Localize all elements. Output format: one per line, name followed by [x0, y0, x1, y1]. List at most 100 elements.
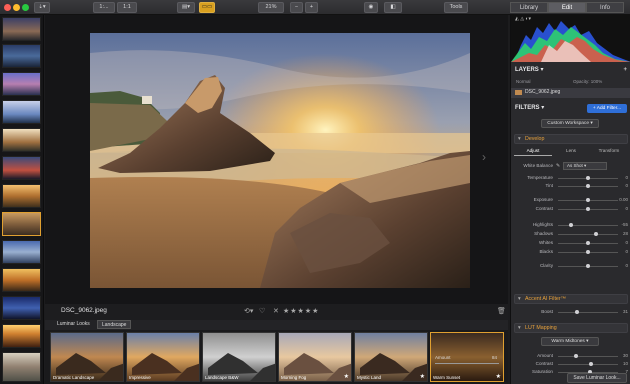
filmstrip-thumb[interactable]	[2, 17, 41, 41]
slider-knob[interactable]	[586, 176, 590, 180]
favorite-star-icon[interactable]: ★	[496, 373, 501, 380]
tools-dropdown[interactable]: Tools	[444, 2, 468, 13]
zoom-fit-button[interactable]: 1:...	[93, 2, 115, 13]
filmstrip-thumb[interactable]	[2, 156, 41, 180]
slider-value: 31	[622, 309, 628, 314]
preview-button[interactable]: ◉	[364, 2, 378, 13]
slider-knob[interactable]	[586, 241, 590, 245]
slider-track[interactable]	[558, 356, 618, 357]
slider-row: Tint 0	[511, 182, 630, 190]
accent-filter-header[interactable]: ▾ Accent AI Filter™	[514, 294, 628, 304]
favorite-star-icon[interactable]: ★	[420, 373, 425, 380]
layers-header[interactable]: LAYERS ▾ +	[511, 65, 630, 75]
layout-icon: ▤▾	[182, 4, 190, 10]
slider-value: 0	[625, 249, 628, 254]
zoom-percent-dropdown[interactable]: 21%	[258, 2, 284, 13]
look-amount-slider[interactable]	[435, 363, 499, 364]
slider-knob[interactable]	[574, 354, 578, 358]
look-thumb-selected[interactable]: Amount 84 Warm Sunset ★	[430, 332, 504, 382]
look-label: Warm Sunset	[433, 375, 461, 380]
split-view-button[interactable]: ◧	[384, 2, 402, 13]
lut-preset-dropdown[interactable]: Warm Midtones ▾	[541, 337, 599, 346]
next-image-arrow[interactable]: ›	[482, 150, 486, 164]
slider-knob[interactable]	[569, 223, 574, 227]
slider-knob[interactable]	[574, 310, 579, 314]
look-thumb[interactable]: Morning Fog ★	[278, 332, 352, 382]
filmstrip-thumb[interactable]	[2, 352, 41, 382]
filmstrip-thumb[interactable]	[2, 296, 41, 320]
minimize-window-button[interactable]	[13, 4, 20, 11]
heart-icon[interactable]: ♡	[259, 307, 265, 315]
filmstrip-thumb[interactable]	[2, 324, 41, 348]
workspace-dropdown[interactable]: Custom Workspace ▾	[541, 119, 599, 128]
look-amount-value: 84	[491, 355, 497, 360]
look-thumb[interactable]: Mystic Land ★	[354, 332, 428, 382]
blend-mode-dropdown[interactable]: Normal	[516, 79, 531, 84]
slider-row: Blacks 0	[511, 248, 630, 256]
slider-track[interactable]	[558, 364, 618, 365]
lut-preset-label: Warm Midtones	[551, 339, 585, 344]
filmstrip	[0, 15, 44, 384]
add-filter-button[interactable]: + Add Filter...	[587, 104, 627, 113]
eyedropper-icon[interactable]: ✎	[556, 162, 560, 170]
right-panel: ◭ ◬ ◐▾ LAYERS ▾ + Normal Opacity: 100% DS…	[510, 15, 630, 384]
compare-button[interactable]: ▭▭	[199, 2, 215, 13]
slider-knob[interactable]	[586, 184, 590, 188]
add-layer-icon[interactable]: +	[623, 65, 627, 75]
zoom-out-button[interactable]: −	[290, 2, 303, 13]
slider-knob[interactable]	[589, 362, 593, 366]
filmstrip-thumb[interactable]	[2, 44, 41, 68]
import-button[interactable]: ⇣▾	[34, 2, 50, 13]
looks-label: Luminar Looks	[57, 321, 90, 327]
close-window-button[interactable]	[4, 4, 11, 11]
white-balance-dropdown[interactable]: As Shot ▾	[563, 162, 607, 170]
slider-label: Blacks	[539, 249, 553, 254]
filmstrip-thumb[interactable]	[2, 268, 41, 292]
tab-lens[interactable]: Lens	[552, 146, 590, 155]
tab-info[interactable]: Info	[586, 2, 624, 13]
develop-filter-header[interactable]: ▾ Develop	[514, 134, 628, 144]
favorite-star-icon[interactable]: ★	[344, 373, 349, 380]
zoom-window-button[interactable]	[22, 4, 29, 11]
trash-icon[interactable]: 🗑	[497, 307, 506, 315]
slider-knob[interactable]	[586, 264, 590, 268]
filmstrip-thumb[interactable]	[2, 184, 41, 208]
slider-track[interactable]	[558, 312, 618, 313]
tab-transform[interactable]: Transform	[590, 146, 628, 155]
looks-strip: Dramatic Landscape Impressive Landscape …	[45, 330, 508, 384]
tab-library[interactable]: Library	[510, 2, 548, 13]
slider-knob[interactable]	[594, 232, 599, 236]
rotate-icon[interactable]: ⟲▾	[244, 307, 253, 315]
looks-category-dropdown[interactable]: Landscape	[97, 320, 132, 329]
zoom-1to1-button[interactable]: 1:1	[117, 2, 137, 13]
slider-value: 10	[622, 361, 628, 366]
slider-track[interactable]	[558, 234, 618, 235]
filmstrip-thumb[interactable]	[2, 240, 41, 264]
filmstrip-thumb[interactable]	[2, 100, 41, 124]
zoom-in-button[interactable]: +	[305, 2, 318, 13]
slider-knob[interactable]	[586, 198, 590, 202]
filmstrip-thumb[interactable]	[2, 128, 41, 152]
layer-row[interactable]: DSC_9062.jpeg	[511, 88, 630, 98]
look-thumb[interactable]: Landscape B&W	[202, 332, 276, 382]
lut-filter-header[interactable]: ▾ LUT Mapping	[514, 323, 628, 333]
star-rating[interactable]: ★★★★★	[283, 307, 319, 315]
slider-row: Clarity 0	[511, 262, 630, 270]
slider-knob[interactable]	[586, 250, 590, 254]
save-luminar-look-button[interactable]: Save Luminar Look...	[567, 373, 627, 383]
filmstrip-thumb[interactable]	[2, 72, 41, 96]
slider-track[interactable]	[558, 225, 618, 226]
main-photo[interactable]	[90, 33, 470, 288]
filmstrip-thumb-selected[interactable]	[2, 212, 41, 236]
opacity-control[interactable]: Opacity: 100%	[573, 79, 602, 84]
reject-icon[interactable]: ✕	[273, 307, 279, 315]
slider-label: Temperature	[527, 175, 553, 180]
look-thumb[interactable]: Dramatic Landscape	[50, 332, 124, 382]
layout-button[interactable]: ▤▾	[177, 2, 195, 13]
slider-knob[interactable]	[586, 207, 590, 211]
slider-row: Contrast 0	[511, 205, 630, 213]
tab-edit[interactable]: Edit	[548, 2, 586, 13]
tab-adjust[interactable]: Adjust	[514, 146, 552, 156]
look-label: Morning Fog	[281, 375, 307, 380]
look-thumb[interactable]: Impressive	[126, 332, 200, 382]
